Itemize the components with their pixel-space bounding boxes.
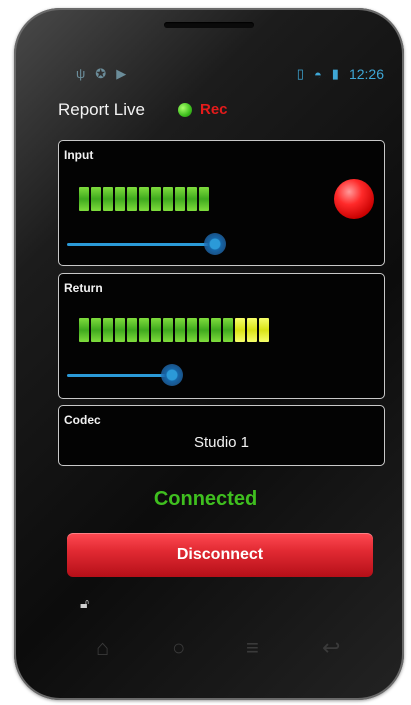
meter-segment: [175, 318, 185, 342]
android-debug-icon: ✪: [95, 66, 117, 81]
meter-segment: [79, 187, 89, 211]
menu-icon[interactable]: ≡: [246, 635, 259, 661]
meter-segment: [199, 187, 209, 211]
home-icon[interactable]: ⌂: [96, 635, 109, 661]
wifi-icon: ◓: [313, 66, 322, 82]
input-slider-track: [67, 243, 215, 246]
status-time: 12:26: [348, 66, 384, 82]
meter-segment: [211, 318, 221, 342]
input-panel: Input: [58, 140, 385, 266]
back-icon[interactable]: ↩: [322, 635, 340, 661]
disconnect-button[interactable]: Disconnect: [67, 533, 373, 577]
meter-segment: [127, 318, 137, 342]
codec-panel-label: Codec: [64, 413, 101, 427]
return-slider-track: [67, 374, 172, 377]
status-left-icons: ψ✪▶: [76, 66, 136, 82]
input-volume-slider[interactable]: [67, 233, 257, 255]
meter-segment: [151, 318, 161, 342]
meter-segment: [139, 318, 149, 342]
meter-segment-peak: [235, 318, 245, 342]
status-bar: ψ✪▶ ▯ ◓ ▮ 12:26: [52, 52, 392, 92]
battery-icon: ▮: [331, 66, 339, 81]
connection-status: Connected: [153, 488, 258, 510]
meter-segment: [175, 187, 185, 211]
codec-panel[interactable]: Codec Studio 1: [58, 405, 385, 466]
meter-segment: [187, 187, 197, 211]
meter-segment: [127, 187, 137, 211]
usb-icon: ψ: [76, 66, 96, 81]
meter-segment: [103, 318, 113, 342]
search-icon[interactable]: ○: [172, 635, 185, 661]
input-panel-label: Input: [64, 148, 94, 162]
return-level-meter: [79, 318, 269, 342]
input-slider-knob[interactable]: [204, 233, 226, 255]
lock-icon: 🔓︎: [80, 595, 90, 611]
meter-segment: [187, 318, 197, 342]
meter-segment: [163, 318, 173, 342]
app-title: Report Live: [58, 100, 145, 119]
status-right-icons: ▯ ◓ ▮ 12:26: [297, 66, 384, 82]
return-panel: Return: [58, 273, 385, 399]
meter-segment: [223, 318, 233, 342]
meter-segment: [115, 187, 125, 211]
meter-segment-peak: [259, 318, 269, 342]
meter-segment-peak: [247, 318, 257, 342]
meter-segment: [139, 187, 149, 211]
play-icon: ▶: [116, 66, 137, 81]
rec-label: Rec: [200, 101, 228, 118]
input-level-meter: [79, 187, 209, 211]
rec-indicator-dot: [178, 103, 192, 117]
meter-segment: [79, 318, 89, 342]
return-panel-label: Return: [64, 281, 103, 295]
meter-segment: [91, 318, 101, 342]
record-button[interactable]: [334, 179, 374, 219]
meter-segment: [199, 318, 209, 342]
meter-segment: [163, 187, 173, 211]
vibrate-icon: ▯: [296, 66, 304, 81]
meter-segment: [151, 187, 161, 211]
codec-value[interactable]: Studio 1: [59, 434, 384, 451]
meter-segment: [115, 318, 125, 342]
return-volume-slider[interactable]: [67, 364, 277, 386]
meter-segment: [103, 187, 113, 211]
meter-segment: [91, 187, 101, 211]
return-slider-knob[interactable]: [161, 364, 183, 386]
phone-speaker: [164, 22, 254, 28]
